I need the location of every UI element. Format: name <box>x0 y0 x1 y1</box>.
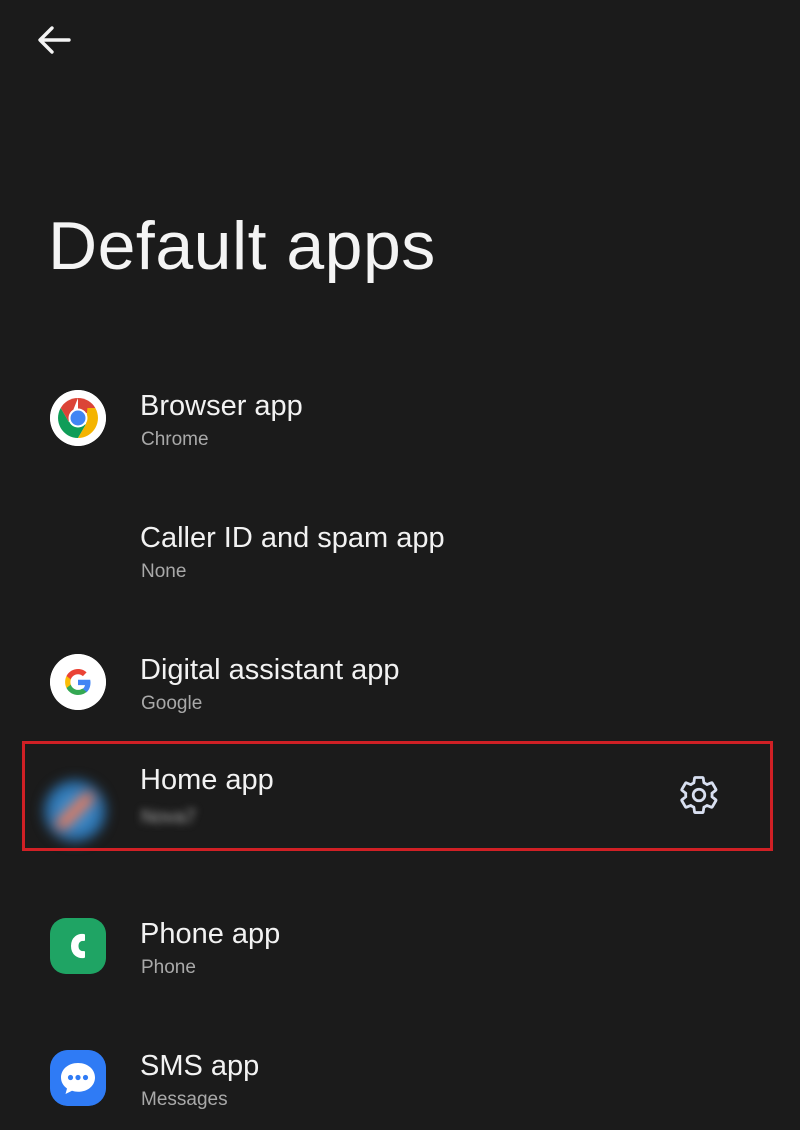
phone-app-item[interactable]: Phone app Phone <box>0 866 800 998</box>
caller-id-app-item[interactable]: Caller ID and spam app None <box>0 470 800 602</box>
phone-app-value: Phone <box>141 957 196 978</box>
sms-app-value: Messages <box>141 1089 228 1110</box>
digital-assistant-app-value: Google <box>141 693 203 714</box>
chrome-icon <box>50 390 106 446</box>
digital-assistant-app-title: Digital assistant app <box>140 654 400 686</box>
arrow-back-icon <box>38 26 71 54</box>
caller-id-app-value: None <box>141 561 187 582</box>
browser-app-value: Chrome <box>141 429 209 450</box>
page-title: Default apps <box>48 208 436 284</box>
browser-app-title: Browser app <box>140 390 303 422</box>
sms-app-title: SMS app <box>140 1050 260 1082</box>
digital-assistant-app-item[interactable]: Digital assistant app Google <box>0 602 800 734</box>
home-app-settings-button[interactable] <box>676 772 722 818</box>
home-app-value: Nova7 <box>141 807 196 828</box>
home-app-title: Home app <box>140 764 274 796</box>
browser-app-item[interactable]: Browser app Chrome <box>0 338 800 470</box>
gear-icon <box>680 776 718 814</box>
phone-app-title: Phone app <box>140 918 281 950</box>
messages-icon <box>50 1050 106 1106</box>
sms-app-item[interactable]: SMS app Messages <box>0 998 800 1130</box>
launcher-icon <box>44 780 106 842</box>
phone-icon <box>50 918 106 974</box>
caller-id-app-title: Caller ID and spam app <box>140 522 445 554</box>
google-icon <box>50 654 106 710</box>
back-button[interactable] <box>30 18 78 62</box>
home-app-item[interactable]: Home app Nova7 <box>0 734 800 866</box>
